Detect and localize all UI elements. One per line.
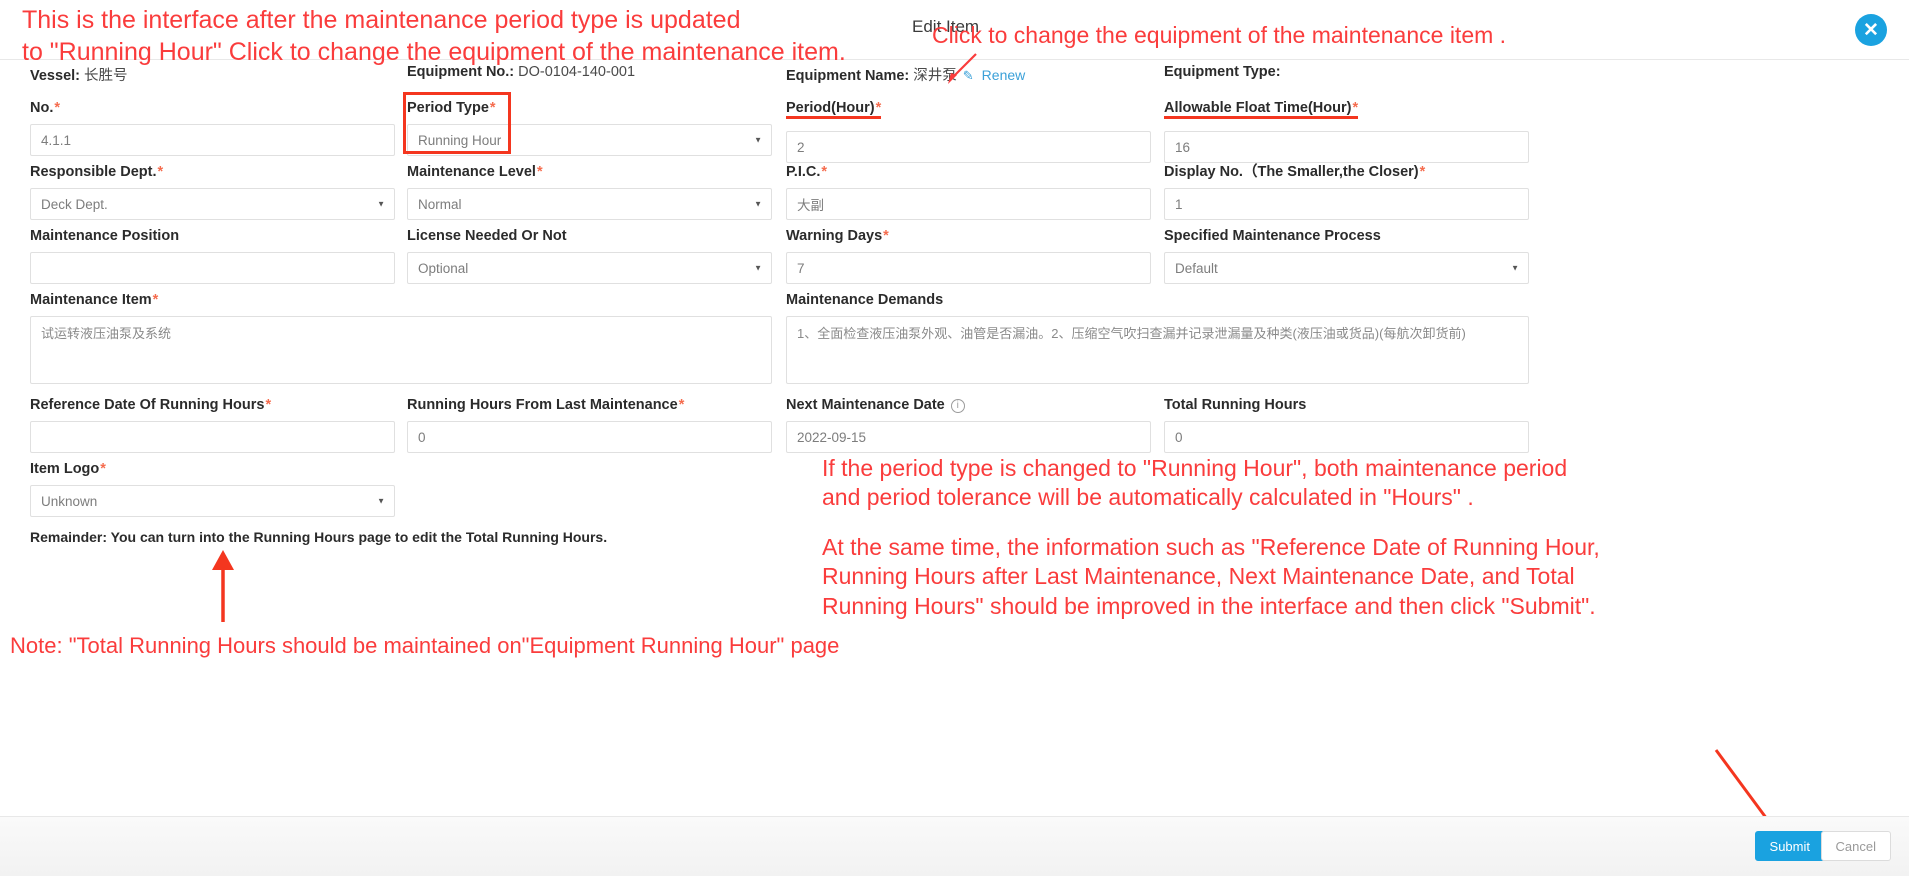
field-maintenance-level: Maintenance Level* Normal xyxy=(407,163,772,220)
equipment-name-value: 深井泵 xyxy=(913,68,957,84)
running-hours-last-input[interactable]: 0 xyxy=(407,421,772,453)
annotation-bottom-right: At the same time, the information such a… xyxy=(822,534,1600,619)
no-input[interactable]: 4.1.1 xyxy=(30,124,395,156)
remainder-text: Remainder: You can turn into the Running… xyxy=(30,529,608,545)
equipment-type-info: Equipment Type: xyxy=(1164,64,1285,80)
item-logo-select[interactable]: Unknown xyxy=(30,485,395,517)
edit-item-dialog: Edit Item ✕ Vessel: 长胜号 Equipment No.: DO-… xyxy=(0,0,1909,876)
dialog-footer: Submit Cancel xyxy=(0,816,1909,876)
field-period-hour-label: Period(Hour)* xyxy=(786,100,882,119)
field-total-running-hours: Total Running Hours 0 xyxy=(1164,396,1529,453)
field-maintenance-item-label: Maintenance Item* xyxy=(30,292,159,308)
field-period-hour: Period(Hour)* 2 xyxy=(786,99,1151,163)
equipment-name-label: Equipment Name: xyxy=(786,68,910,84)
field-maintenance-level-label: Maintenance Level* xyxy=(407,164,543,180)
pic-input[interactable]: 大副 xyxy=(786,188,1151,220)
maintenance-item-textarea[interactable]: 试运转液压油泵及系统 xyxy=(30,316,772,384)
vessel-label: Vessel: xyxy=(30,68,80,84)
field-display-no-label: Display No.（The Smaller,the Closer)* xyxy=(1164,164,1426,180)
annotation-bottom-left: Note: "Total Running Hours should be mai… xyxy=(10,633,840,658)
field-reference-date: Reference Date Of Running Hours* xyxy=(30,396,395,453)
field-license-needed: License Needed Or Not Optional xyxy=(407,227,772,284)
field-pic-label: P.I.C.* xyxy=(786,164,828,180)
allowable-float-time-input[interactable]: 16 xyxy=(1164,131,1529,163)
vessel-value: 长胜号 xyxy=(84,68,128,84)
annotation-mid-right: If the period type is changed to "Runnin… xyxy=(822,455,1568,511)
total-running-hours-input[interactable]: 0 xyxy=(1164,421,1529,453)
field-license-needed-label: License Needed Or Not xyxy=(407,228,567,244)
responsible-dept-select[interactable]: Deck Dept. xyxy=(30,188,395,220)
display-no-input[interactable]: 1 xyxy=(1164,188,1529,220)
close-icon[interactable]: ✕ xyxy=(1855,14,1887,46)
field-next-maintenance-date: Next Maintenance Date i 2022-09-15 xyxy=(786,396,1151,453)
field-maintenance-demands-label: Maintenance Demands xyxy=(786,292,944,308)
equipment-type-label: Equipment Type: xyxy=(1164,64,1281,80)
annotation-top-right: Click to change the equipment of the mai… xyxy=(932,22,1507,48)
field-no: No.* 4.1.1 xyxy=(30,99,395,156)
field-period-type: Period Type* Running Hour xyxy=(407,99,772,156)
field-total-running-hours-label: Total Running Hours xyxy=(1164,397,1307,413)
maintenance-demands-textarea[interactable]: 1、全面检查液压油泵外观、油管是否漏油。2、压缩空气吹扫查漏并记录泄漏量及种类(… xyxy=(786,316,1529,384)
field-next-maintenance-date-label: Next Maintenance Date i xyxy=(786,396,1151,414)
field-allowable-float-time: Allowable Float Time(Hour)* 16 xyxy=(1164,99,1529,163)
field-specified-process: Specified Maintenance Process Default xyxy=(1164,227,1529,284)
field-warning-days: Warning Days* 7 xyxy=(786,227,1151,284)
field-running-hours-last: Running Hours From Last Maintenance* 0 xyxy=(407,396,772,453)
renew-equipment-link[interactable]: Renew xyxy=(982,67,1026,83)
cancel-button[interactable]: Cancel xyxy=(1820,831,1891,861)
maintenance-position-input[interactable] xyxy=(30,252,395,284)
field-pic: P.I.C.* 大副 xyxy=(786,163,1151,220)
field-responsible-dept-label: Responsible Dept.* xyxy=(30,164,164,180)
specified-process-select[interactable]: Default xyxy=(1164,252,1529,284)
submit-button[interactable]: Submit xyxy=(1754,831,1825,861)
field-period-type-label: Period Type* xyxy=(407,100,496,116)
arrow-to-remainder-text xyxy=(212,550,234,622)
field-specified-process-label: Specified Maintenance Process xyxy=(1164,228,1381,244)
field-maintenance-item: Maintenance Item* 试运转液压油泵及系统 xyxy=(30,291,772,384)
field-no-label: No.* xyxy=(30,100,61,116)
field-warning-days-label: Warning Days* xyxy=(786,228,889,244)
field-maintenance-demands: Maintenance Demands 1、全面检查液压油泵外观、油管是否漏油。… xyxy=(786,291,1529,384)
field-maintenance-position: Maintenance Position xyxy=(30,227,395,284)
next-maintenance-date-input[interactable]: 2022-09-15 xyxy=(786,421,1151,453)
field-responsible-dept: Responsible Dept.* Deck Dept. xyxy=(30,163,395,220)
field-item-logo-label: Item Logo* xyxy=(30,461,106,477)
field-display-no: Display No.（The Smaller,the Closer)* 1 xyxy=(1164,163,1529,220)
field-allowable-float-time-label: Allowable Float Time(Hour)* xyxy=(1164,100,1359,119)
field-item-logo: Item Logo* Unknown xyxy=(30,460,395,517)
field-reference-date-label: Reference Date Of Running Hours* xyxy=(30,397,272,413)
field-maintenance-position-label: Maintenance Position xyxy=(30,228,180,244)
edit-pencil-icon[interactable]: ✎ xyxy=(963,68,974,84)
license-needed-select[interactable]: Optional xyxy=(407,252,772,284)
maintenance-level-select[interactable]: Normal xyxy=(407,188,772,220)
field-running-hours-last-label: Running Hours From Last Maintenance* xyxy=(407,397,685,413)
reference-date-input[interactable] xyxy=(30,421,395,453)
period-hour-input[interactable]: 2 xyxy=(786,131,1151,163)
warning-days-input[interactable]: 7 xyxy=(786,252,1151,284)
info-icon[interactable]: i xyxy=(950,399,965,413)
period-type-select[interactable]: Running Hour xyxy=(407,124,772,156)
annotation-top-left: This is the interface after the maintena… xyxy=(22,6,846,66)
